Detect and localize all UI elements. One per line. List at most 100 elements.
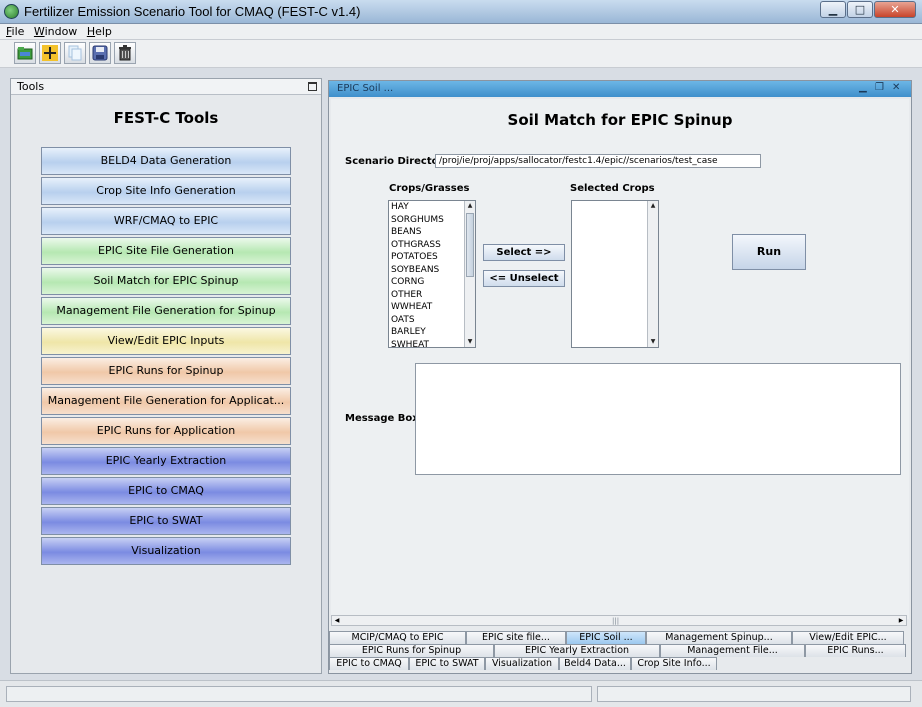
tools-title: FEST-C Tools [113,109,219,127]
list-item[interactable]: OTHGRASS [389,239,475,252]
crops-list[interactable]: HAY SORGHUMS BEANS OTHGRASS POTATOES SOY… [388,200,476,348]
tools-panel: Tools FEST-C Tools BELD4 Data Generation… [10,78,322,674]
tab-mcip-cmaq-to-epic[interactable]: MCIP/CMAQ to EPIC [329,631,466,644]
scroll-thumb[interactable] [466,213,474,277]
tab-view-edit-epic[interactable]: View/Edit EPIC... [792,631,904,644]
list-item[interactable]: OATS [389,314,475,327]
tab-beld4-data[interactable]: Beld4 Data... [559,657,631,670]
status-bar [0,680,922,707]
scroll-down-arrow-icon[interactable]: ▼ [648,337,658,347]
epic-soil-frame: EPIC Soil ... ▁ ❐ ✕ Soil Match for EPIC … [328,80,912,674]
tool-soil-match-epic-spinup[interactable]: Soil Match for EPIC Spinup [41,267,291,295]
scroll-down-arrow-icon[interactable]: ▼ [465,337,475,347]
scroll-grip-icon[interactable]: ||| [612,617,619,625]
frame-title-bar: EPIC Soil ... ▁ ❐ ✕ [329,81,911,97]
selected-crops-list[interactable]: ▲ ▼ [571,200,659,348]
crops-list-scrollbar[interactable]: ▲ ▼ [464,201,475,347]
scroll-up-arrow-icon[interactable]: ▲ [465,201,475,211]
tool-epic-runs-application[interactable]: EPIC Runs for Application [41,417,291,445]
tab-epic-site-file[interactable]: EPIC site file... [466,631,566,644]
tool-beld4-data-generation[interactable]: BELD4 Data Generation [41,147,291,175]
frame-minimize-icon[interactable]: ▁ [859,83,867,93]
copy-icon [68,45,82,61]
tab-management-file[interactable]: Management File... [660,644,805,657]
panel-maximize-icon[interactable] [308,82,317,91]
unselect-button[interactable]: <= Unselect [483,270,565,287]
run-button[interactable]: Run [732,234,806,270]
tool-epic-yearly-extraction[interactable]: EPIC Yearly Extraction [41,447,291,475]
tab-epic-soil[interactable]: EPIC Soil ... [566,631,646,644]
menu-help[interactable]: Help [87,24,112,40]
soil-match-heading: Soil Match for EPIC Spinup [507,111,733,129]
menu-window[interactable]: Window [34,24,77,40]
tool-visualization[interactable]: Visualization [41,537,291,565]
tool-view-edit-epic-inputs[interactable]: View/Edit EPIC Inputs [41,327,291,355]
select-button[interactable]: Select => [483,244,565,261]
toolbar [0,40,922,68]
list-item[interactable]: SORGHUMS [389,214,475,227]
menu-bar: File Window Help [0,24,922,40]
window-controls: ▁ □ ✕ [819,1,916,18]
tool-management-file-application[interactable]: Management File Generation for Applicat.… [41,387,291,415]
add-button[interactable] [39,42,61,64]
list-item[interactable]: BEANS [389,226,475,239]
frame-tabs: MCIP/CMAQ to EPIC EPIC site file... EPIC… [329,629,911,673]
tool-epic-to-swat[interactable]: EPIC to SWAT [41,507,291,535]
frame-horizontal-scrollbar[interactable]: ◀ ||| ▶ [331,615,907,626]
tab-epic-to-swat[interactable]: EPIC to SWAT [409,657,485,670]
menu-file[interactable]: File [6,24,24,40]
scenario-directory-input[interactable]: /proj/ie/proj/apps/sallocator/festc1.4/e… [435,154,761,168]
message-box[interactable] [415,363,901,475]
tab-management-spinup[interactable]: Management Spinup... [646,631,792,644]
status-cell-secondary [597,686,911,702]
tab-crop-site-info[interactable]: Crop Site Info... [631,657,717,670]
soil-match-panel: Soil Match for EPIC Spinup Scenario Dire… [331,99,909,619]
selected-list-scrollbar[interactable]: ▲ ▼ [647,201,658,347]
tool-crop-site-info-generation[interactable]: Crop Site Info Generation [41,177,291,205]
status-cell-main [6,686,592,702]
crops-grasses-label: Crops/Grasses [389,183,470,194]
list-item[interactable]: OTHER [389,289,475,302]
frame-close-icon[interactable]: ✕ [892,83,900,93]
app-icon [4,4,19,19]
tab-visualization[interactable]: Visualization [485,657,559,670]
title-bar: Fertilizer Emission Scenario Tool for CM… [0,0,922,24]
tab-epic-runs[interactable]: EPIC Runs... [805,644,906,657]
list-item[interactable]: HAY [389,201,475,214]
list-item[interactable]: BARLEY [389,326,475,339]
save-icon [92,45,108,61]
tool-epic-site-file-generation[interactable]: EPIC Site File Generation [41,237,291,265]
tool-wrf-cmaq-to-epic[interactable]: WRF/CMAQ to EPIC [41,207,291,235]
tools-panel-header: Tools [11,79,321,95]
list-item[interactable]: WWHEAT [389,301,475,314]
tab-epic-runs-spinup[interactable]: EPIC Runs for Spinup [329,644,494,657]
scroll-left-arrow-icon[interactable]: ◀ [332,616,342,625]
open-folder-icon [17,47,33,60]
tab-epic-yearly-extraction[interactable]: EPIC Yearly Extraction [494,644,660,657]
minimize-button[interactable]: ▁ [820,1,846,18]
delete-button[interactable] [114,42,136,64]
list-item[interactable]: SWHEAT [389,339,475,348]
tool-management-file-spinup[interactable]: Management File Generation for Spinup [41,297,291,325]
list-item[interactable]: POTATOES [389,251,475,264]
scroll-right-arrow-icon[interactable]: ▶ [896,616,906,625]
frame-restore-icon[interactable]: ❐ [875,83,884,93]
open-folder-button[interactable] [14,42,36,64]
tool-epic-to-cmaq[interactable]: EPIC to CMAQ [41,477,291,505]
message-box-label: Message Box: [345,413,423,424]
selected-crops-label: Selected Crops [570,183,655,194]
list-item[interactable]: CORNG [389,276,475,289]
window-title: Fertilizer Emission Scenario Tool for CM… [24,4,361,19]
list-item[interactable]: SOYBEANS [389,264,475,277]
add-icon [42,45,58,61]
delete-icon [119,45,131,61]
save-button[interactable] [89,42,111,64]
tab-epic-to-cmaq[interactable]: EPIC to CMAQ [329,657,409,670]
frame-title: EPIC Soil ... [337,83,394,94]
scroll-up-arrow-icon[interactable]: ▲ [648,201,658,211]
tool-epic-runs-spinup[interactable]: EPIC Runs for Spinup [41,357,291,385]
copy-button[interactable] [64,42,86,64]
tools-panel-label: Tools [17,80,45,93]
maximize-button[interactable]: □ [847,1,873,18]
close-button[interactable]: ✕ [874,1,916,18]
